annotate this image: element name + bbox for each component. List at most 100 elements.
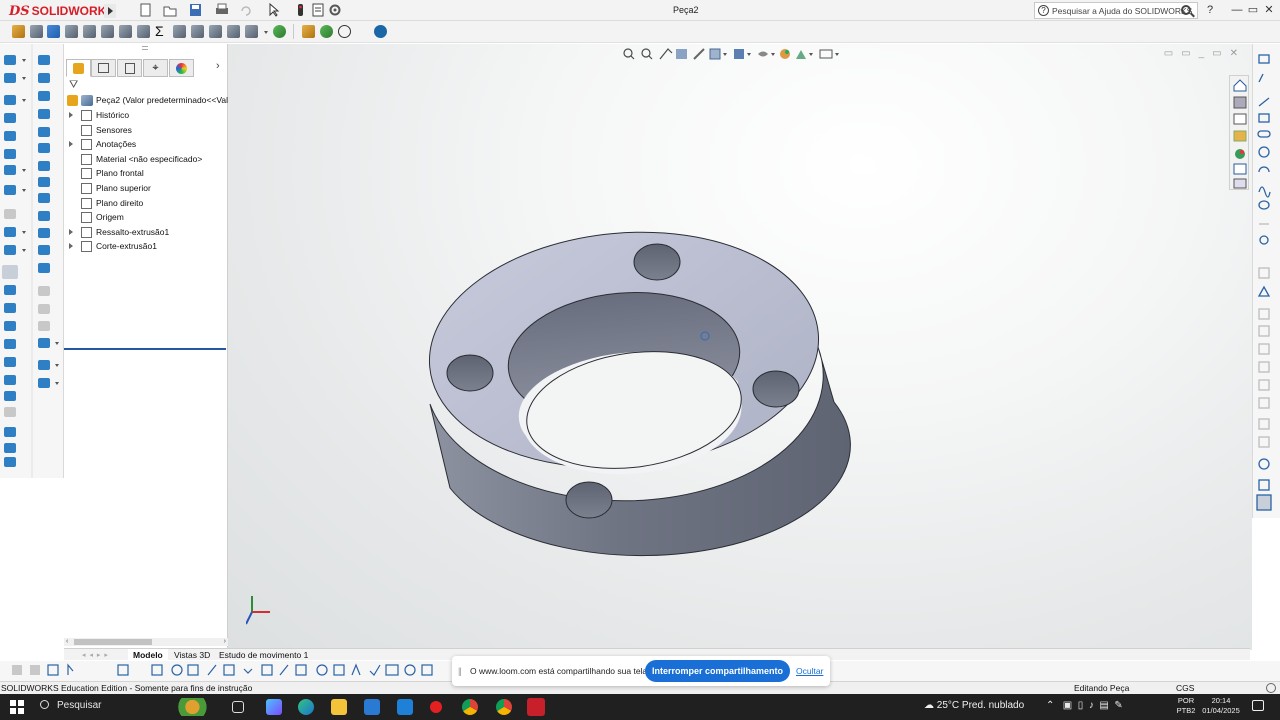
chevron-down-icon[interactable] bbox=[55, 342, 59, 345]
feature-tool-icon[interactable] bbox=[38, 338, 50, 348]
forum-icon[interactable] bbox=[1233, 178, 1247, 189]
trim-icon[interactable] bbox=[295, 664, 307, 676]
tab-configuration-manager[interactable] bbox=[117, 59, 142, 77]
sketch-tool-icon[interactable] bbox=[4, 95, 16, 105]
status-help-icon[interactable] bbox=[1266, 683, 1276, 693]
chevron-down-icon[interactable] bbox=[264, 31, 268, 34]
chevron-down-icon[interactable] bbox=[22, 249, 26, 252]
tree-item[interactable]: Material <não especificado> bbox=[64, 153, 228, 167]
mass-properties-icon[interactable] bbox=[191, 25, 204, 38]
chevron-down-icon[interactable] bbox=[22, 231, 26, 234]
tree-item[interactable]: Anotações bbox=[64, 138, 228, 152]
sketch-tool-icon[interactable] bbox=[4, 303, 16, 313]
resources-icon[interactable] bbox=[1233, 96, 1247, 109]
file-explorer-icon[interactable] bbox=[331, 699, 347, 715]
network-icon[interactable]: ▤ bbox=[1099, 700, 1108, 711]
volume-icon[interactable]: ♪ bbox=[1089, 700, 1094, 711]
sum-evaluate-icon[interactable]: Σ bbox=[155, 24, 168, 38]
chevron-down-icon[interactable] bbox=[22, 99, 26, 102]
offset-icon[interactable] bbox=[351, 663, 361, 676]
lofted-boss-icon[interactable] bbox=[101, 25, 114, 38]
select-pointer-icon[interactable] bbox=[269, 3, 280, 17]
tab-motion-study[interactable]: Estudo de movimento 1 bbox=[214, 649, 313, 661]
solidworks-logo[interactable]: DS SOLIDWORKS bbox=[9, 2, 114, 20]
feature-tool-icon[interactable] bbox=[38, 73, 50, 83]
zoom-icon[interactable] bbox=[404, 664, 416, 676]
sketch-tool-icon[interactable] bbox=[4, 339, 16, 349]
mirror-icon[interactable] bbox=[385, 664, 399, 676]
sketch-tool-icon[interactable] bbox=[4, 357, 16, 367]
slot-tool-icon[interactable] bbox=[1257, 130, 1271, 138]
sketch-tool-icon[interactable] bbox=[4, 457, 16, 467]
weather-widget[interactable]: ☁ 25°C Pred. nublado bbox=[924, 700, 1024, 711]
smart-dimension-icon[interactable] bbox=[12, 25, 25, 38]
restore-button[interactable]: ▭ bbox=[1246, 3, 1260, 17]
line-tool-icon[interactable] bbox=[1258, 97, 1270, 107]
feature-tool-icon[interactable] bbox=[38, 211, 50, 221]
addins-icon[interactable] bbox=[374, 25, 387, 38]
sketch-tool-icon[interactable] bbox=[4, 55, 16, 65]
view-origin-icon[interactable] bbox=[1258, 458, 1270, 470]
curves-icon[interactable] bbox=[245, 25, 258, 38]
microsoft-store-icon[interactable] bbox=[364, 699, 380, 715]
reference-geometry-icon[interactable] bbox=[227, 25, 240, 38]
tree-item[interactable]: Plano direito bbox=[64, 197, 228, 211]
custom-properties-icon[interactable] bbox=[1233, 163, 1247, 175]
pattern-icon[interactable] bbox=[421, 664, 433, 676]
system-tray-icons[interactable]: ⌃ ▣ ▯ ♪ ▤ ✎ bbox=[1046, 700, 1123, 711]
reference-plane-icon[interactable] bbox=[223, 664, 235, 676]
file-explorer-icon[interactable] bbox=[1233, 130, 1247, 142]
chevron-down-icon[interactable] bbox=[55, 364, 59, 367]
stop-sharing-button[interactable]: Interromper compartilhamento bbox=[645, 660, 790, 682]
chrome-profile-icon[interactable] bbox=[496, 699, 512, 715]
help-menu-icon[interactable]: ? bbox=[1203, 3, 1217, 17]
selected-tool-icon[interactable] bbox=[2, 265, 18, 279]
feature-tool-icon[interactable] bbox=[38, 228, 50, 238]
feature-tool-icon[interactable] bbox=[38, 378, 50, 388]
tree-item[interactable]: Origem bbox=[64, 211, 228, 225]
revolved-boss-icon[interactable] bbox=[65, 25, 78, 38]
boundary-boss-icon[interactable] bbox=[119, 25, 132, 38]
rectangle-tool-icon[interactable] bbox=[1258, 113, 1270, 123]
tab-display-manager[interactable] bbox=[169, 59, 194, 77]
feature-tool-icon[interactable] bbox=[38, 263, 50, 273]
scrollbar-thumb[interactable] bbox=[74, 639, 152, 645]
feature-tool-icon[interactable] bbox=[38, 245, 50, 255]
ellipse-tool-icon[interactable] bbox=[1258, 200, 1270, 210]
sketch-icon[interactable] bbox=[1258, 73, 1264, 83]
feature-tool-icon[interactable] bbox=[38, 55, 50, 65]
sketch-tool-icon[interactable] bbox=[4, 375, 16, 385]
chevron-down-icon[interactable] bbox=[22, 59, 26, 62]
check-icon[interactable] bbox=[369, 664, 381, 676]
fillet-icon[interactable] bbox=[137, 25, 150, 38]
scroll-left-arrow-icon[interactable]: ‹ bbox=[66, 638, 68, 645]
tray-app-icon[interactable]: ▯ bbox=[1078, 700, 1084, 711]
target-icon[interactable] bbox=[316, 664, 328, 676]
tree-item[interactable]: Corte-extrusão1 bbox=[64, 240, 228, 254]
feature-tool-icon[interactable] bbox=[38, 161, 50, 171]
menu-expand-arrow-icon[interactable] bbox=[104, 4, 116, 18]
expand-arrow-icon[interactable] bbox=[69, 141, 73, 148]
print-icon[interactable] bbox=[216, 3, 228, 14]
feature-tool-icon[interactable] bbox=[38, 143, 50, 153]
status-units[interactable]: CGS bbox=[1176, 683, 1194, 693]
select-filter-icon[interactable] bbox=[47, 664, 59, 676]
instant3d-icon[interactable] bbox=[273, 25, 286, 38]
fix-icon[interactable] bbox=[261, 664, 273, 676]
scroll-right-arrow-icon[interactable]: › bbox=[224, 638, 226, 645]
tab-3d-views[interactable]: Vistas 3D bbox=[169, 649, 215, 661]
markup-icon[interactable] bbox=[302, 25, 315, 38]
tree-item[interactable]: Plano frontal bbox=[64, 167, 228, 181]
tab-property-manager[interactable] bbox=[91, 59, 116, 77]
rollback-bar[interactable] bbox=[64, 348, 226, 350]
feature-tool-icon[interactable] bbox=[38, 91, 50, 101]
search-icon[interactable] bbox=[1181, 5, 1191, 15]
hide-banner-link[interactable]: Ocultar bbox=[796, 666, 823, 676]
notifications-icon[interactable] bbox=[1252, 700, 1264, 711]
edge-browser-icon[interactable] bbox=[298, 699, 314, 715]
feature-tool-icon[interactable] bbox=[38, 360, 50, 370]
sketch-tool-icon[interactable] bbox=[4, 131, 16, 141]
rectangle-tool-icon[interactable] bbox=[1258, 54, 1270, 64]
language-indicator[interactable]: POR PTB2 bbox=[1176, 696, 1196, 716]
expand-arrow-icon[interactable] bbox=[69, 228, 73, 235]
